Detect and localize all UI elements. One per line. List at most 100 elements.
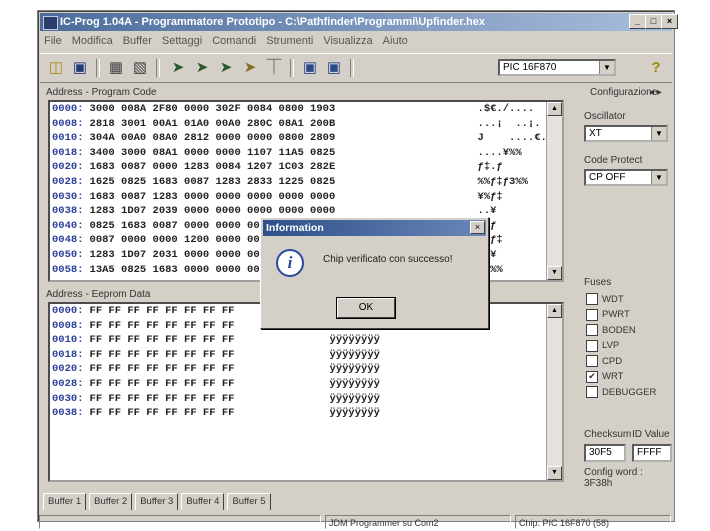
- hex-row[interactable]: 0000: 3000 008A 2F80 0000 302F 0084 0800 …: [50, 102, 562, 117]
- fuse-checkbox-wdt[interactable]: WDT: [586, 293, 624, 305]
- hex-row[interactable]: 0020: FF FF FF FF FF FF FF FF ÿÿÿÿÿÿÿÿ: [50, 362, 562, 377]
- fuse-checkbox-wrt[interactable]: ✔ WRT: [586, 370, 623, 383]
- oscillator-select[interactable]: XT ▼: [584, 125, 668, 142]
- save-icon[interactable]: ▣: [70, 58, 90, 78]
- chip-icon[interactable]: ▦: [106, 58, 126, 78]
- fuse-checkbox-boden[interactable]: BODEN: [586, 324, 636, 336]
- row-ascii: ....¥%%: [477, 146, 522, 159]
- scroll-down-icon[interactable]: ▼: [547, 266, 562, 280]
- menu-buffer[interactable]: Buffer: [123, 33, 152, 50]
- tab-buffer-1[interactable]: Buffer 1: [43, 493, 87, 510]
- row-address: 0050:: [52, 248, 84, 261]
- menu-file[interactable]: File: [44, 33, 62, 50]
- row-hex-values: 1683 0087 1283 0000 0000 0000 0000 0000: [89, 190, 336, 203]
- blank-check-icon[interactable]: ⏉: [264, 58, 284, 78]
- checkbox-icon[interactable]: [586, 355, 598, 367]
- hex-row[interactable]: 0010: FF FF FF FF FF FF FF FF ÿÿÿÿÿÿÿÿ: [50, 333, 562, 348]
- id-value-label: ID Value: [632, 429, 670, 440]
- toolbar-separator: [96, 59, 100, 77]
- row-ascii: ..¥: [477, 205, 497, 218]
- chevron-down-icon[interactable]: ▼: [651, 127, 666, 140]
- toolbar-separator: [350, 59, 354, 77]
- hex-row[interactable]: 0018: 3400 3000 08A1 0000 0000 1107 11A5 …: [50, 146, 562, 161]
- close-button[interactable]: ×: [661, 14, 678, 29]
- hex-row[interactable]: 0028: FF FF FF FF FF FF FF FF ÿÿÿÿÿÿÿÿ: [50, 377, 562, 392]
- hex-row[interactable]: 0030: 1683 0087 1283 0000 0000 0000 0000 …: [50, 190, 562, 205]
- hex-row[interactable]: 0030: FF FF FF FF FF FF FF FF ÿÿÿÿÿÿÿÿ: [50, 392, 562, 407]
- view-icon[interactable]: ▣: [324, 58, 344, 78]
- checkbox-icon[interactable]: [586, 339, 598, 352]
- erase-icon[interactable]: ➤: [240, 58, 260, 78]
- eeprom-label: Address - Eeprom Data: [46, 289, 151, 300]
- row-hex-values: FF FF FF FF FF FF FF FF: [89, 334, 235, 347]
- checkbox-icon[interactable]: [586, 293, 598, 305]
- view-icon[interactable]: ▣: [300, 58, 320, 78]
- row-ascii: ÿÿÿÿÿÿÿÿ: [329, 334, 380, 347]
- hex-row[interactable]: 0008: 2818 3001 00A1 01A0 00A0 280C 08A1 …: [50, 117, 562, 132]
- menu-settaggi[interactable]: Settaggi: [162, 33, 202, 50]
- id-value-field[interactable]: FFFF: [632, 444, 672, 462]
- config-nav[interactable]: ◂ ▸: [649, 87, 662, 98]
- row-hex-values: 1683 0087 0000 1283 0084 1207 1C03 282E: [89, 161, 336, 174]
- scroll-up-icon[interactable]: ▲: [547, 102, 562, 116]
- tab-buffer-4[interactable]: Buffer 4: [181, 493, 225, 510]
- program-code-scrollbar[interactable]: ▲ ▼: [546, 102, 562, 280]
- menu-visualizza[interactable]: Visualizza: [323, 33, 372, 50]
- checkbox-icon[interactable]: [586, 386, 598, 398]
- config-title: Configurazione: [590, 87, 658, 98]
- menu-aiuto[interactable]: Aiuto: [383, 33, 408, 50]
- row-hex-values: FF FF FF FF FF FF FF FF: [89, 363, 235, 376]
- config-word: Config word : 3F38h: [584, 467, 643, 489]
- row-ascii: ÿÿÿÿÿÿÿÿ: [329, 363, 380, 376]
- maximize-button[interactable]: □: [645, 14, 662, 29]
- chevron-down-icon[interactable]: ▼: [651, 171, 666, 184]
- menu-comandi[interactable]: Comandi: [212, 33, 256, 50]
- eeprom-scrollbar[interactable]: ▲ ▼: [546, 304, 562, 480]
- verify-icon[interactable]: ➤: [216, 58, 236, 78]
- checkbox-icon[interactable]: [586, 324, 598, 336]
- dialog-close-button[interactable]: ×: [470, 221, 485, 234]
- dialog-message: Chip verificato con successo!: [323, 254, 453, 265]
- row-address: 0018:: [52, 146, 84, 159]
- menu-strumenti[interactable]: Strumenti: [266, 33, 313, 50]
- program-code-label: Address - Program Code: [46, 87, 157, 98]
- fuses-label: Fuses: [584, 277, 612, 288]
- program-icon[interactable]: ➤: [168, 58, 188, 78]
- scroll-down-icon[interactable]: ▼: [547, 466, 562, 480]
- tab-buffer-3[interactable]: Buffer 3: [135, 493, 179, 510]
- hex-row[interactable]: 0038: FF FF FF FF FF FF FF FF ÿÿÿÿÿÿÿÿ: [50, 406, 562, 421]
- eeprom-grid[interactable]: 0000: FF FF FF FF FF FF FF FF ÿÿÿÿÿÿÿÿ 0008…: [48, 302, 564, 482]
- read-icon[interactable]: ➤: [192, 58, 212, 78]
- ok-button[interactable]: OK: [336, 297, 396, 319]
- row-hex-values: FF FF FF FF FF FF FF FF: [89, 392, 235, 405]
- row-address: 0000:: [52, 305, 84, 317]
- fuse-checkbox-lvp[interactable]: LVP: [586, 339, 619, 352]
- tab-buffer-5[interactable]: Buffer 5: [227, 493, 271, 510]
- device-select[interactable]: PIC 16F870 ▼: [498, 59, 616, 76]
- row-ascii: ƒ‡.ƒ: [477, 161, 503, 174]
- fuse-checkbox-debugger[interactable]: DEBUGGER: [586, 386, 656, 398]
- checkbox-icon[interactable]: [586, 308, 598, 321]
- menu-modifica[interactable]: Modifica: [72, 33, 113, 50]
- oscillator-value: XT: [589, 128, 602, 139]
- fuse-checkbox-cpd[interactable]: CPD: [586, 355, 622, 367]
- scroll-up-icon[interactable]: ▲: [547, 304, 562, 318]
- checkbox-icon[interactable]: ✔: [586, 370, 598, 383]
- hex-row[interactable]: 0028: 1625 0825 1683 0087 1283 2833 1225 …: [50, 175, 562, 190]
- chevron-down-icon[interactable]: ▼: [599, 61, 614, 74]
- fuse-label: DEBUGGER: [602, 386, 657, 398]
- chip-icon[interactable]: ▧: [130, 58, 150, 78]
- dialog-title: Information: [263, 220, 486, 236]
- hex-row[interactable]: 0018: FF FF FF FF FF FF FF FF ÿÿÿÿÿÿÿÿ: [50, 348, 562, 363]
- hex-row[interactable]: 0010: 304A 00A0 08A0 2812 0000 0000 0800 …: [50, 131, 562, 146]
- minimize-button[interactable]: _: [629, 14, 646, 29]
- tab-buffer-2[interactable]: Buffer 2: [89, 493, 133, 510]
- fuse-checkbox-pwrt[interactable]: PWRT: [586, 308, 630, 321]
- open-icon[interactable]: ◫: [46, 58, 66, 78]
- help-icon[interactable]: ?: [646, 58, 666, 78]
- hex-row[interactable]: 0020: 1683 0087 0000 1283 0084 1207 1C03 …: [50, 160, 562, 175]
- row-hex-values: 304A 00A0 08A0 2812 0000 0000 0800 2809: [89, 132, 336, 145]
- code-protect-select[interactable]: CP OFF ▼: [584, 169, 668, 186]
- information-dialog: Information × i Chip verificato con succ…: [260, 217, 489, 329]
- row-address: 0040:: [52, 219, 84, 232]
